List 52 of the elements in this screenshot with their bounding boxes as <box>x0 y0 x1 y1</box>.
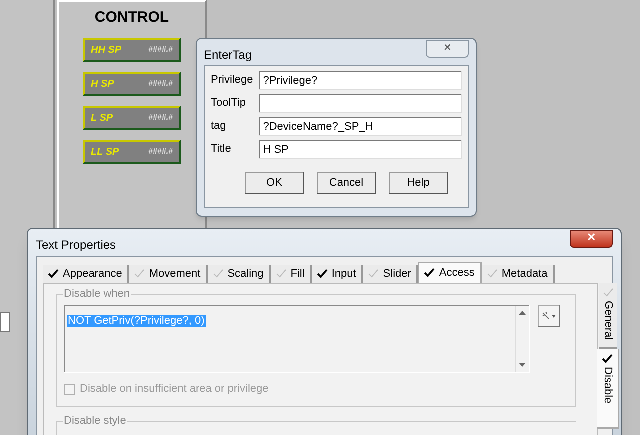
dialog-title: EnterTag <box>204 47 252 64</box>
text-field[interactable] <box>259 94 462 113</box>
group-legend: Disable style <box>63 415 128 428</box>
check-icon <box>212 269 224 279</box>
scrollbar[interactable] <box>515 306 529 372</box>
dialog-title: Text Properties <box>36 236 116 254</box>
tab[interactable]: Slider <box>363 265 418 283</box>
check-icon <box>316 269 328 279</box>
tab[interactable]: Appearance <box>43 265 130 283</box>
check-icon <box>48 269 59 279</box>
check-icon <box>134 269 146 279</box>
field-label: ToolTip <box>211 96 248 112</box>
dialog-button[interactable]: Help <box>389 172 448 194</box>
setpoint-value: ####.# <box>148 78 173 90</box>
tab[interactable]: Input <box>312 265 364 283</box>
tab[interactable]: Metadata <box>482 265 555 283</box>
close-button[interactable]: ✕ <box>426 40 469 58</box>
selected-expression: NOT GetPriv(?Privilege?, 0) <box>67 315 206 327</box>
text-field[interactable]: ?Privilege? <box>259 71 462 90</box>
text-field[interactable]: H SP <box>259 140 462 159</box>
tab[interactable]: Scaling <box>208 265 271 283</box>
side-tab[interactable]: Disable <box>597 349 619 429</box>
checkbox-label: Disable on insufficient area or privilege <box>80 382 269 397</box>
tab[interactable]: Fill <box>270 265 312 283</box>
check-icon <box>602 354 613 364</box>
scroll-up-icon[interactable] <box>519 311 526 315</box>
setpoint-label: H SP <box>91 78 114 92</box>
dialog-button[interactable]: OK <box>245 172 304 194</box>
check-icon <box>486 269 498 279</box>
tab[interactable]: Access <box>418 262 482 283</box>
left-field-edge <box>0 312 10 332</box>
scroll-down-icon[interactable] <box>519 363 526 367</box>
setpoint-label: L SP <box>91 112 114 126</box>
setpoint-value: ####.# <box>148 146 173 158</box>
side-tab[interactable]: General <box>599 283 617 349</box>
check-icon <box>368 269 380 279</box>
wand-button[interactable] <box>538 305 560 327</box>
dialog-button[interactable]: Cancel <box>317 172 376 194</box>
panel-title: CONTROL <box>94 8 170 28</box>
check-icon <box>424 268 436 278</box>
field-label: Title <box>211 142 232 158</box>
check-icon <box>602 288 614 298</box>
field-label: tag <box>211 119 228 134</box>
setpoint-value: ####.# <box>148 112 173 124</box>
tab[interactable]: Movement <box>129 265 208 283</box>
field-label: Privilege <box>211 73 254 88</box>
wand-icon <box>542 311 556 321</box>
check-icon <box>276 269 287 279</box>
setpoint-value: ####.# <box>148 44 173 56</box>
setpoint-label: LL SP <box>91 146 120 160</box>
setpoint-label: HH SP <box>91 44 122 58</box>
text-field[interactable]: ?DeviceName?_SP_H <box>259 117 462 136</box>
